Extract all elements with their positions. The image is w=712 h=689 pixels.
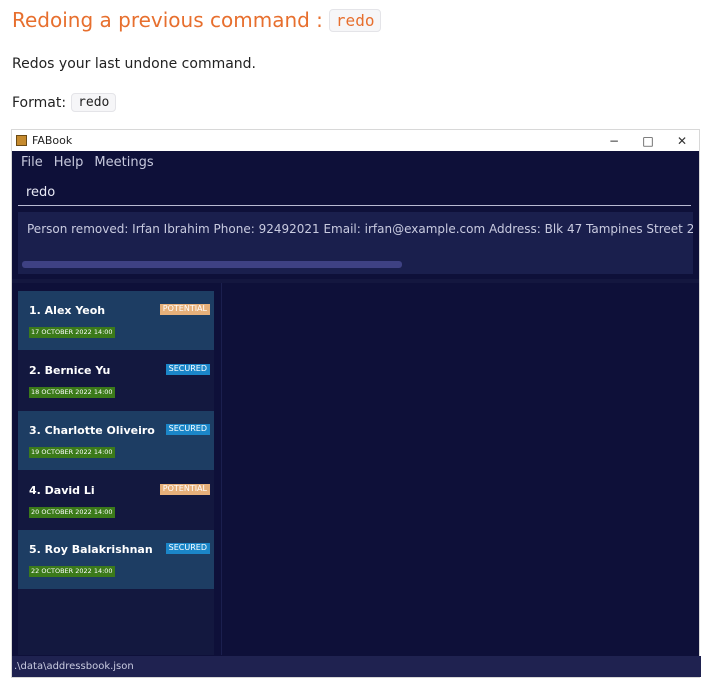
minimize-button[interactable]: − [597, 130, 631, 151]
app-window: FABook − □ ✕ File Help Meetings redo Per… [12, 130, 701, 677]
doc-format-label: Format: [12, 94, 67, 111]
result-scrollbar-thumb[interactable] [22, 261, 402, 268]
person-card[interactable]: 2. Bernice Yu SECURED 18 OCTOBER 2022 14… [18, 351, 214, 410]
meeting-date-badge: 22 OCTOBER 2022 14:00 [29, 566, 115, 577]
doc-heading-code: redo [328, 8, 382, 32]
status-badge: POTENTIAL [159, 484, 210, 495]
person-card[interactable]: 5. Roy Balakrishnan SECURED 22 OCTOBER 2… [18, 530, 214, 589]
person-name: 1. Alex Yeoh [29, 304, 106, 317]
section-divider [12, 279, 699, 283]
status-badge: SECURED [165, 424, 210, 435]
person-card[interactable]: 3. Charlotte Oliveiro SECURED 19 OCTOBER… [18, 411, 214, 470]
menu-help[interactable]: Help [54, 155, 84, 170]
menu-file[interactable]: File [21, 155, 43, 170]
doc-description: Redos your last undone command. [12, 56, 257, 72]
title-bar[interactable]: FABook − □ ✕ [12, 130, 699, 151]
window-controls: − □ ✕ [597, 130, 699, 151]
doc-format: Format: redo [12, 93, 117, 112]
doc-format-code: redo [71, 93, 117, 112]
doc-heading: Redoing a previous command : redo [12, 8, 382, 32]
result-display[interactable]: Person removed: Irfan Ibrahim Phone: 924… [18, 212, 693, 274]
status-badge: SECURED [165, 364, 210, 375]
meeting-date-badge: 20 OCTOBER 2022 14:00 [29, 507, 115, 518]
status-file-path: .\data\addressbook.json [14, 661, 134, 672]
result-text: Person removed: Irfan Ibrahim Phone: 924… [27, 222, 693, 236]
person-name: 3. Charlotte Oliveiro [29, 424, 155, 437]
command-input[interactable]: redo [18, 179, 691, 206]
close-button[interactable]: ✕ [665, 130, 699, 151]
menu-bar: File Help Meetings [12, 151, 699, 173]
meeting-date-badge: 18 OCTOBER 2022 14:00 [29, 387, 115, 398]
app-logo-icon [16, 135, 27, 146]
maximize-button[interactable]: □ [631, 130, 665, 151]
person-name: 2. Bernice Yu [29, 364, 111, 377]
status-badge: POTENTIAL [159, 304, 210, 315]
status-badge: SECURED [165, 543, 210, 554]
person-name: 4. David Li [29, 484, 95, 497]
window-title: FABook [32, 134, 73, 147]
meeting-date-badge: 19 OCTOBER 2022 14:00 [29, 447, 115, 458]
person-list[interactable]: 1. Alex Yeoh POTENTIAL 17 OCTOBER 2022 1… [18, 291, 214, 655]
person-card[interactable]: 1. Alex Yeoh POTENTIAL 17 OCTOBER 2022 1… [18, 291, 214, 350]
menu-meetings[interactable]: Meetings [94, 155, 153, 170]
doc-heading-text: Redoing a previous command : [12, 8, 323, 32]
meeting-date-badge: 17 OCTOBER 2022 14:00 [29, 327, 115, 338]
status-bar: .\data\addressbook.json [12, 656, 701, 677]
split-pane-divider[interactable] [221, 283, 222, 655]
person-name: 5. Roy Balakrishnan [29, 543, 153, 556]
person-card[interactable]: 4. David Li POTENTIAL 20 OCTOBER 2022 14… [18, 471, 214, 530]
result-scrollbar[interactable] [22, 261, 686, 268]
